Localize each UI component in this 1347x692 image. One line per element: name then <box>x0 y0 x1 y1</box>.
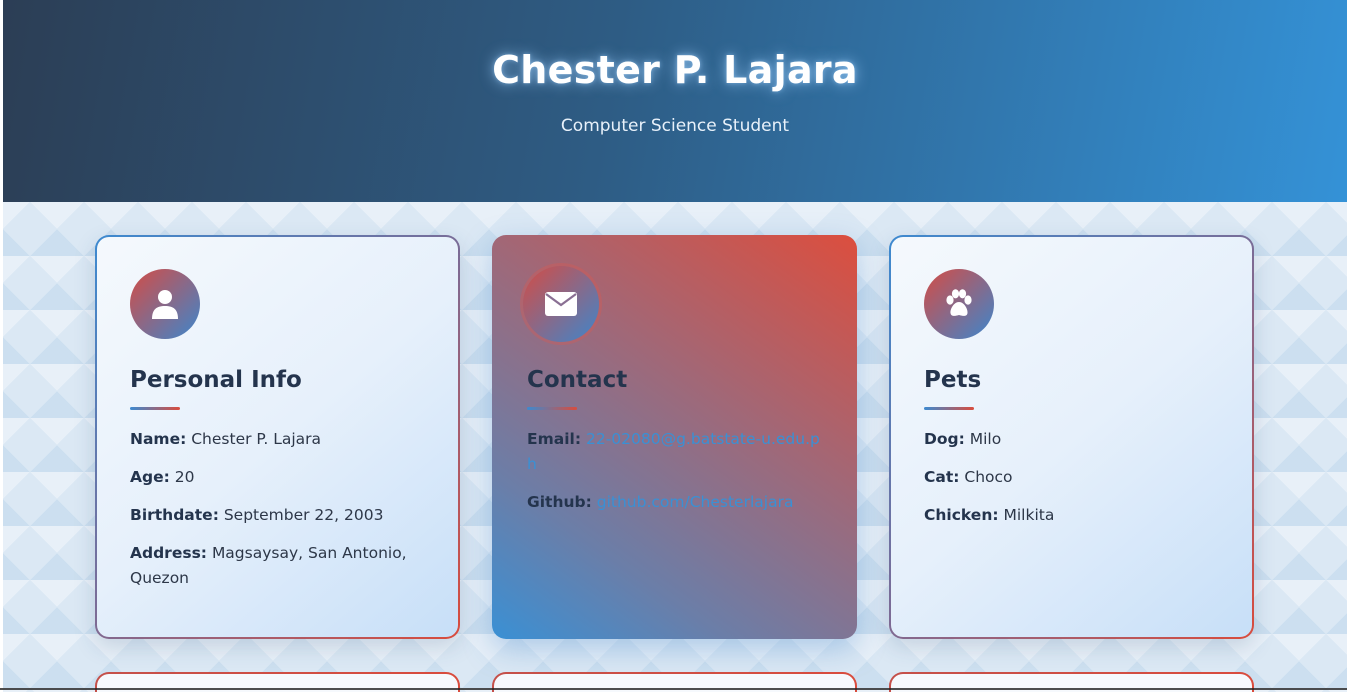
personal-info-card: Personal Info Name: Chester P. Lajara Ag… <box>95 235 460 639</box>
page-bottom-border <box>0 688 1347 690</box>
field-dog: Dog: Milo <box>924 427 1222 452</box>
field-label: Age: <box>130 468 170 486</box>
card-title: Contact <box>527 367 628 393</box>
profile-name: Chester P. Lajara <box>492 48 858 92</box>
title-underline <box>130 407 180 410</box>
field-name: Name: Chester P. Lajara <box>130 427 428 452</box>
pets-card: Pets Dog: Milo Cat: Choco Chicken: Milki… <box>889 235 1254 639</box>
field-label: Name: <box>130 430 187 448</box>
field-birthdate: Birthdate: September 22, 2003 <box>130 503 428 528</box>
field-value: Milo <box>969 430 1002 448</box>
user-icon <box>130 269 200 339</box>
field-cat: Cat: Choco <box>924 465 1222 490</box>
field-value: September 22, 2003 <box>223 506 384 524</box>
field-value: Milkita <box>1003 506 1055 524</box>
envelope-icon <box>523 266 599 342</box>
profile-subtitle: Computer Science Student <box>560 116 790 136</box>
card-title: Personal Info <box>130 367 302 393</box>
field-address: Address: Magsaysay, San Antonio, Quezon <box>130 541 428 591</box>
field-age: Age: 20 <box>130 465 428 490</box>
github-link[interactable]: github.com/Chesterlajara <box>597 493 794 511</box>
page: Chester P. Lajara Computer Science Stude… <box>0 0 1347 692</box>
field-label: Email: <box>527 430 582 448</box>
field-list: Name: Chester P. Lajara Age: 20 Birthdat… <box>130 427 428 604</box>
paw-icon <box>924 269 994 339</box>
field-label: Cat: <box>924 468 960 486</box>
field-value: Chester P. Lajara <box>191 430 322 448</box>
field-list: Email: 22-02080@g.batstate-u.edu.ph Gith… <box>527 427 827 528</box>
field-label: Github: <box>527 493 592 511</box>
title-underline <box>527 407 577 410</box>
field-value: Choco <box>964 468 1013 486</box>
field-chicken: Chicken: Milkita <box>924 503 1222 528</box>
field-list: Dog: Milo Cat: Choco Chicken: Milkita <box>924 427 1222 541</box>
field-email: Email: 22-02080@g.batstate-u.edu.ph <box>527 427 827 477</box>
field-label: Dog: <box>924 430 965 448</box>
field-label: Address: <box>130 544 207 562</box>
field-label: Birthdate: <box>130 506 219 524</box>
title-underline <box>924 407 974 410</box>
card-title: Pets <box>924 367 982 393</box>
field-value: 20 <box>174 468 195 486</box>
field-github: Github: github.com/Chesterlajara <box>527 490 827 515</box>
contact-card: Contact Email: 22-02080@g.batstate-u.edu… <box>492 235 857 639</box>
profile-header: Chester P. Lajara Computer Science Stude… <box>3 0 1347 202</box>
field-label: Chicken: <box>924 506 999 524</box>
